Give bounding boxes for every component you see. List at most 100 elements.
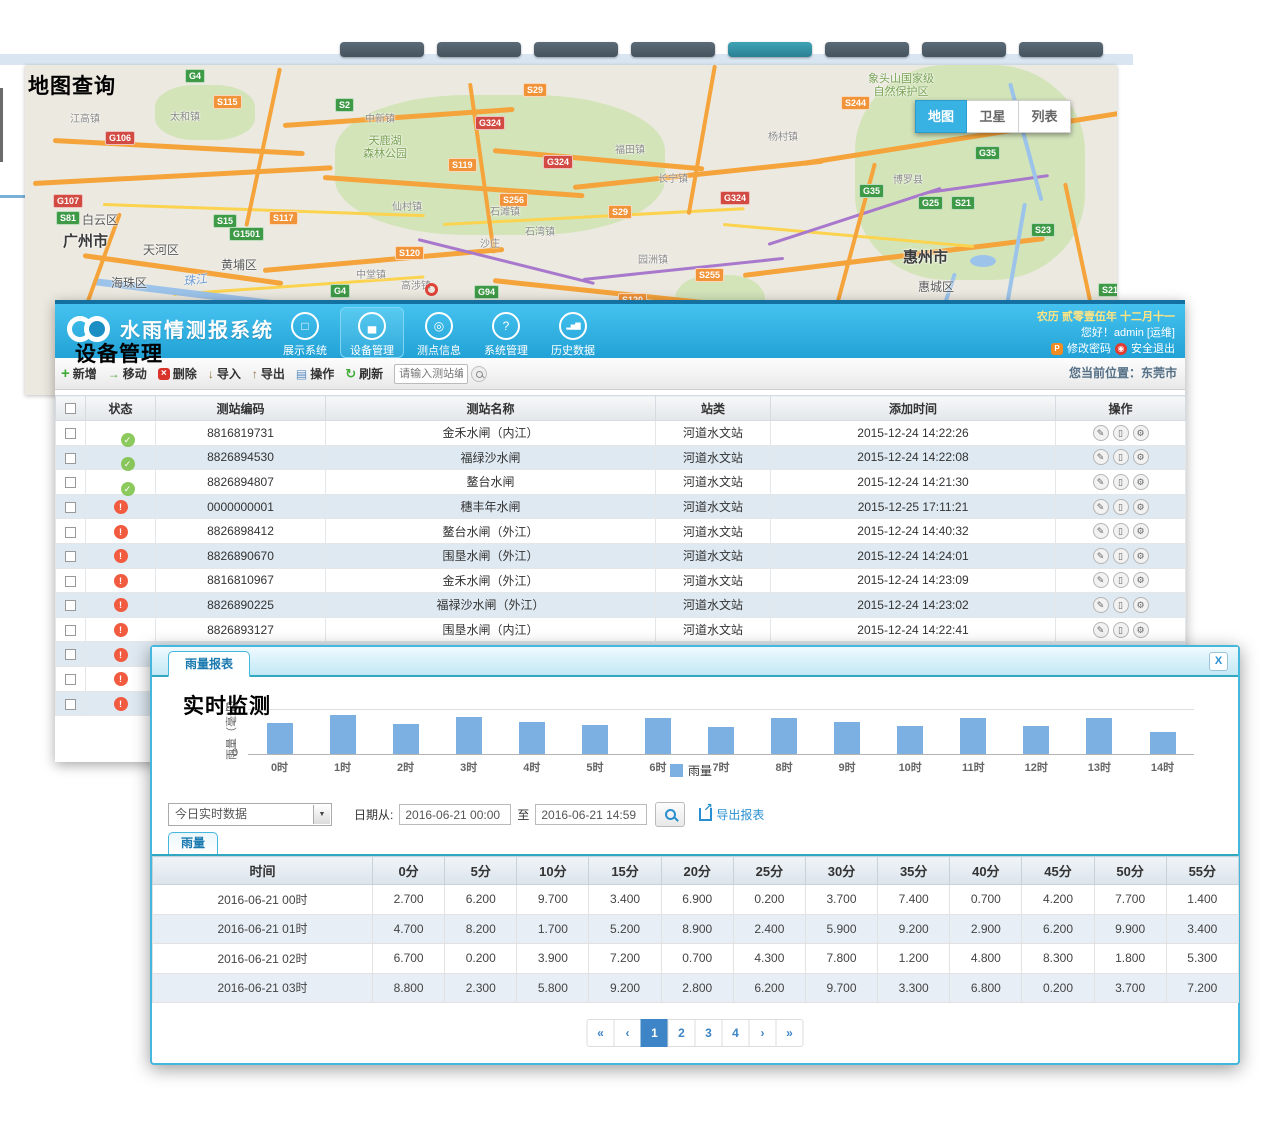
- settings-icon[interactable]: ⚙: [1133, 499, 1149, 515]
- table-row[interactable]: ✓8826894807鳌台水闸河道水文站2015-12-24 14:21:30✎…: [56, 470, 1186, 495]
- edit-icon[interactable]: ✎: [1093, 425, 1109, 441]
- cell-rain-value: 4.700: [373, 914, 445, 944]
- page-button-‹[interactable]: ‹: [614, 1019, 642, 1047]
- toolbar-button-删除[interactable]: ×删除: [158, 365, 197, 382]
- page-button-1[interactable]: 1: [641, 1019, 669, 1047]
- edit-icon[interactable]: ✎: [1093, 523, 1109, 539]
- delete-icon[interactable]: ▯: [1113, 572, 1129, 588]
- page-button-3[interactable]: 3: [695, 1019, 723, 1047]
- row-checkbox[interactable]: [65, 576, 76, 587]
- settings-icon[interactable]: ⚙: [1133, 523, 1149, 539]
- current-location: 您当前位置：东莞市: [1069, 364, 1177, 381]
- rain-bar: [1023, 726, 1049, 754]
- top-nav-stub[interactable]: [728, 42, 812, 57]
- table-row[interactable]: !0000000001穗丰年水闸河道水文站2015-12-25 17:11:21…: [56, 494, 1186, 519]
- top-nav-stub[interactable]: [1019, 42, 1103, 57]
- row-checkbox[interactable]: [65, 649, 76, 660]
- cell-rain-value: 9.200: [878, 914, 950, 944]
- search-icon[interactable]: [471, 366, 487, 382]
- page-button-»[interactable]: »: [776, 1019, 804, 1047]
- table-row[interactable]: ✓8816819731金禾水闸（内江）河道水文站2015-12-24 14:22…: [56, 421, 1186, 446]
- top-nav-stub[interactable]: [631, 42, 715, 57]
- delete-icon[interactable]: ▯: [1113, 449, 1129, 465]
- row-checkbox[interactable]: [65, 502, 76, 513]
- delete-icon[interactable]: ▯: [1113, 597, 1129, 613]
- delete-icon[interactable]: ▯: [1113, 523, 1129, 539]
- top-nav-stub[interactable]: [534, 42, 618, 57]
- chevron-down-icon[interactable]: ▼: [313, 805, 330, 824]
- settings-icon[interactable]: ⚙: [1133, 449, 1149, 465]
- cell-rain-value: 3.700: [805, 885, 877, 915]
- toolbar-button-操作[interactable]: ▤操作: [296, 365, 334, 382]
- page-button-4[interactable]: 4: [722, 1019, 750, 1047]
- edit-icon[interactable]: ✎: [1093, 572, 1109, 588]
- edit-icon[interactable]: ✎: [1093, 548, 1109, 564]
- row-checkbox[interactable]: [65, 428, 76, 439]
- edit-icon[interactable]: ✎: [1093, 622, 1109, 638]
- table-row[interactable]: !8826893127围垦水闸（内江）河道水文站2015-12-24 14:22…: [56, 617, 1186, 642]
- toolbar-button-刷新[interactable]: ↻刷新: [345, 365, 383, 382]
- cell-rain-value: 1.200: [878, 944, 950, 974]
- nav-item-展示系统[interactable]: □展示系统: [273, 307, 337, 358]
- settings-icon[interactable]: ⚙: [1133, 425, 1149, 441]
- delete-icon[interactable]: ▯: [1113, 425, 1129, 441]
- edit-icon[interactable]: ✎: [1093, 499, 1109, 515]
- table-row[interactable]: ✓8826894530福绿沙水闸河道水文站2015-12-24 14:22:08…: [56, 445, 1186, 470]
- change-password-link[interactable]: 修改密码: [1067, 341, 1111, 357]
- settings-icon[interactable]: ⚙: [1133, 548, 1149, 564]
- toolbar-button-导出[interactable]: ↑导出: [252, 365, 285, 382]
- row-checkbox[interactable]: [65, 453, 76, 464]
- date-to-input[interactable]: [535, 804, 647, 825]
- settings-icon[interactable]: ⚙: [1133, 572, 1149, 588]
- map-type-active-button[interactable]: 地图: [915, 100, 967, 133]
- select-all-checkbox[interactable]: [65, 403, 76, 414]
- map-type-button[interactable]: 卫星: [967, 100, 1019, 133]
- row-checkbox[interactable]: [65, 551, 76, 562]
- top-nav-stub[interactable]: [340, 42, 424, 57]
- row-checkbox[interactable]: [65, 527, 76, 538]
- edit-icon[interactable]: ✎: [1093, 449, 1109, 465]
- date-from-input[interactable]: [399, 804, 511, 825]
- table-row[interactable]: !8816810967金禾水闸（外江）河道水文站2015-12-24 14:23…: [56, 568, 1186, 593]
- page-button-›[interactable]: ›: [749, 1019, 777, 1047]
- station-search-input[interactable]: [394, 364, 468, 384]
- close-icon[interactable]: X: [1209, 652, 1228, 671]
- row-checkbox[interactable]: [65, 600, 76, 611]
- top-nav-stub[interactable]: [825, 42, 909, 57]
- delete-icon[interactable]: ▯: [1113, 499, 1129, 515]
- delete-icon[interactable]: ▯: [1113, 622, 1129, 638]
- settings-icon[interactable]: ⚙: [1133, 597, 1149, 613]
- search-icon[interactable]: [655, 802, 685, 827]
- page-button-«[interactable]: «: [587, 1019, 615, 1047]
- top-nav-stub[interactable]: [437, 42, 521, 57]
- logout-link[interactable]: 安全退出: [1131, 341, 1175, 357]
- row-checkbox[interactable]: [65, 699, 76, 710]
- delete-icon[interactable]: ▯: [1113, 548, 1129, 564]
- edit-icon[interactable]: ✎: [1093, 474, 1109, 490]
- row-checkbox[interactable]: [65, 625, 76, 636]
- nav-item-系统管理[interactable]: ?系统管理: [474, 307, 538, 358]
- page-button-2[interactable]: 2: [668, 1019, 696, 1047]
- table-row[interactable]: !8826898412鳌台水闸（外江）河道水文站2015-12-24 14:40…: [56, 519, 1186, 544]
- map-type-button[interactable]: 列表: [1019, 100, 1071, 133]
- row-checkbox[interactable]: [65, 477, 76, 488]
- cell-rain-value: 3.400: [1166, 914, 1238, 944]
- toolbar-button-导入[interactable]: ↓导入: [208, 365, 241, 382]
- table-row[interactable]: !8826890670围垦水闸（外江）河道水文站2015-12-24 14:24…: [56, 543, 1186, 568]
- nav-item-设备管理[interactable]: ▄设备管理: [340, 307, 404, 358]
- settings-icon[interactable]: ⚙: [1133, 474, 1149, 490]
- delete-icon[interactable]: ▯: [1113, 474, 1129, 490]
- row-checkbox[interactable]: [65, 674, 76, 685]
- nav-item-测点信息[interactable]: ◎测点信息: [407, 307, 471, 358]
- nav-item-历史数据[interactable]: ▂▅▇历史数据: [541, 307, 605, 358]
- export-report-link[interactable]: 导出报表: [699, 806, 764, 823]
- top-nav-stub[interactable]: [922, 42, 1006, 57]
- data-preset-select[interactable]: 今日实时数据 ▼: [168, 803, 332, 826]
- tab-rain-report[interactable]: 雨量报表: [168, 651, 250, 677]
- settings-icon[interactable]: ⚙: [1133, 622, 1149, 638]
- table-row[interactable]: !8826890225福禄沙水闸（外江）河道水文站2015-12-24 14:2…: [56, 593, 1186, 618]
- tab-rain[interactable]: 雨量: [168, 832, 218, 854]
- edit-icon[interactable]: ✎: [1093, 597, 1109, 613]
- question-icon: ?: [492, 312, 520, 340]
- map-marker[interactable]: [425, 283, 438, 296]
